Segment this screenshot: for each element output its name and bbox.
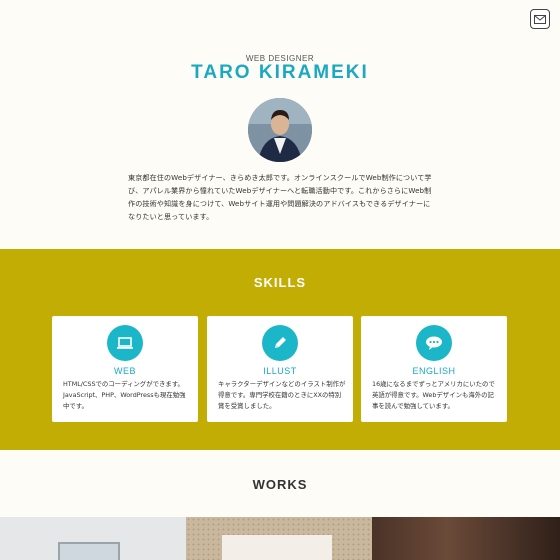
profile-section: WEB DESIGNER TARO KIRAMEKI 東京都在住のWebデザイナ… bbox=[0, 0, 560, 249]
laptop-image bbox=[58, 542, 120, 560]
chat-bubble-icon bbox=[426, 336, 442, 350]
skill-title-english: ENGLISH bbox=[412, 366, 456, 376]
avatar bbox=[248, 98, 312, 162]
skill-card-web: WEB HTML/CSSでのコーディングができます。JavaScript、PHP… bbox=[52, 316, 198, 422]
skills-title: SKILLS bbox=[253, 275, 307, 290]
works-gallery bbox=[0, 517, 560, 560]
skill-text-english: 16歳になるまでずっとアメリカにいたので英語が得意です。Webデザインも海外の記… bbox=[372, 380, 495, 410]
pencil-icon bbox=[275, 337, 286, 348]
work-thumbnail[interactable] bbox=[372, 517, 560, 560]
skill-title-web: WEB bbox=[113, 366, 136, 376]
skill-text-web: HTML/CSSでのコーディングができます。JavaScript、PHP、Wor… bbox=[63, 380, 186, 410]
skills-section: SKILLS WEB HTML/CSSでのコーディングができます。JavaScr… bbox=[0, 249, 560, 450]
work-thumbnail[interactable] bbox=[186, 517, 372, 560]
skill-title-illust: ILLUST bbox=[263, 366, 297, 376]
works-title: WORKS bbox=[252, 477, 308, 492]
profile-bio: 東京都在住のWebデザイナー、きらめき太郎です。オンラインスクールでWeb制作に… bbox=[128, 173, 432, 221]
skill-text-illust: キャラクターデザインなどのイラスト制作が得意です。専門学校在籍のときにXXの特別… bbox=[218, 380, 346, 410]
business-card-image bbox=[222, 535, 332, 560]
profile-name: TARO KIRAMEKI bbox=[191, 62, 369, 83]
laptop-icon bbox=[117, 337, 133, 349]
work-thumbnail[interactable] bbox=[0, 517, 186, 560]
skill-card-english: ENGLISH 16歳になるまでずっとアメリカにいたので英語が得意です。Webデ… bbox=[361, 316, 507, 422]
skill-card-illust: ILLUST キャラクターデザインなどのイラスト制作が得意です。専門学校在籍のと… bbox=[207, 316, 353, 422]
